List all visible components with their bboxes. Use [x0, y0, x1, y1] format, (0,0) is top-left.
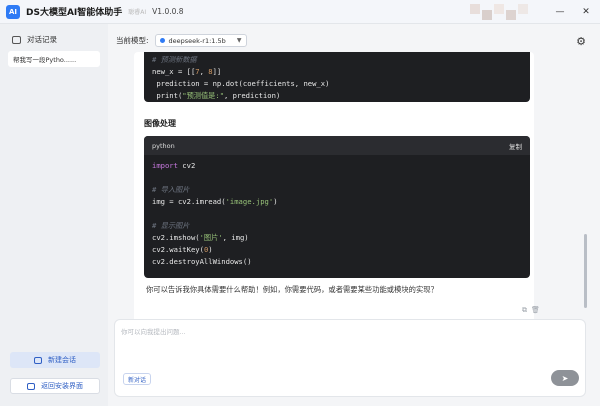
chevron-down-icon: ▼: [236, 37, 242, 44]
conversation-history-header: 对话记录: [0, 24, 108, 45]
send-icon: ➤: [561, 373, 569, 383]
code-line: # 显示图片: [152, 221, 190, 230]
back-to-install-label: 返回安装界面: [41, 382, 83, 390]
sidebar: 对话记录 帮我写一段Pytho...... 新建会话 返回安装界面: [0, 24, 108, 406]
code-header: python 复制: [144, 136, 530, 155]
code-line: # 导入图片: [152, 185, 190, 194]
message-input[interactable]: [121, 326, 541, 356]
new-chat-icon: [34, 356, 42, 364]
chat-bubble-icon: [12, 35, 21, 44]
code-line: cv2.waitKey(0): [152, 245, 213, 254]
conversation-history-label: 对话记录: [27, 35, 57, 44]
code-line: new_x = [[7, 8]]: [152, 66, 522, 78]
blurred-region: [494, 4, 504, 14]
code-line: print("预测值是:", prediction): [152, 91, 281, 100]
chat-messages: # 预测新数据 new_x = [[7, 8]] prediction = np…: [134, 52, 534, 328]
section-heading: 图像处理: [144, 119, 176, 128]
title-bar: AI DS大模型AI智能体助手 聪睿AI V1.0.0.8 — ✕: [0, 0, 600, 24]
code-line: prediction = np.dot(coefficients, new_x): [152, 79, 330, 88]
code-language-label: python: [152, 141, 175, 150]
code-line: cv2.destroyAllWindows(): [152, 257, 252, 266]
back-icon: [27, 382, 35, 390]
code-line: import cv2: [152, 161, 196, 170]
conversation-item-label: 帮我写一段Pytho......: [13, 56, 77, 64]
model-select[interactable]: deepseek-r1:1.5b ▼: [154, 34, 247, 47]
app-logo-icon: AI: [6, 4, 20, 19]
gear-icon[interactable]: ⚙: [576, 35, 586, 48]
code-line: cv2.imshow('图片', img): [152, 233, 249, 242]
new-chat-label: 新建会话: [48, 356, 76, 364]
new-topic-label: 新对话: [128, 376, 147, 384]
copy-code-button[interactable]: 复制: [509, 141, 522, 151]
code-block: # 预测新数据 new_x = [[7, 8]] prediction = np…: [144, 52, 530, 102]
app-version: V1.0.0.8: [152, 7, 184, 16]
code-line: # 预测新数据: [152, 55, 197, 64]
chat-scrollbar[interactable]: [584, 234, 587, 308]
close-button[interactable]: ✕: [574, 0, 598, 24]
new-chat-button[interactable]: 新建会话: [10, 352, 100, 368]
code-line: img = cv2.imread('image.jpg'): [152, 197, 278, 206]
app-subtitle: 聪睿AI: [128, 9, 147, 16]
blurred-region: [506, 10, 516, 20]
minimize-button[interactable]: —: [548, 0, 572, 24]
send-button[interactable]: ➤: [551, 370, 579, 386]
assistant-answer: 你可以告诉我你具体需要什么帮助！例如，你需要代码，或者需要某些功能或模块的实现？: [146, 285, 438, 294]
code-body: import cv2 # 导入图片 img = cv2.imread('image…: [144, 155, 530, 273]
blurred-region: [482, 10, 492, 20]
main-panel: 当前模型: deepseek-r1:1.5b ▼ ⚙ # 预测新数据 new_x…: [108, 24, 600, 406]
blurred-region: [518, 4, 528, 14]
conversation-item[interactable]: 帮我写一段Pytho......: [8, 51, 100, 67]
blurred-region: [470, 4, 480, 14]
model-label: 当前模型:: [116, 36, 149, 45]
message-actions: ⧉🗑: [522, 306, 544, 315]
model-status-icon: [159, 38, 165, 43]
model-selector-row: 当前模型: deepseek-r1:1.5b ▼: [116, 34, 247, 47]
delete-icon[interactable]: 🗑: [531, 306, 544, 314]
code-token: new_x = [[7, 8]]: [152, 67, 222, 76]
model-select-value: deepseek-r1:1.5b: [168, 36, 226, 45]
back-to-install-button[interactable]: 返回安装界面: [10, 378, 100, 394]
copy-icon[interactable]: ⧉: [522, 306, 531, 314]
message-input-box: 新对话 ➤: [114, 319, 586, 397]
new-topic-button[interactable]: 新对话: [123, 373, 152, 385]
code-block: python 复制 import cv2 # 导入图片 img = cv2.imr…: [144, 136, 530, 278]
app-title: DS大模型AI智能体助手: [26, 8, 123, 18]
